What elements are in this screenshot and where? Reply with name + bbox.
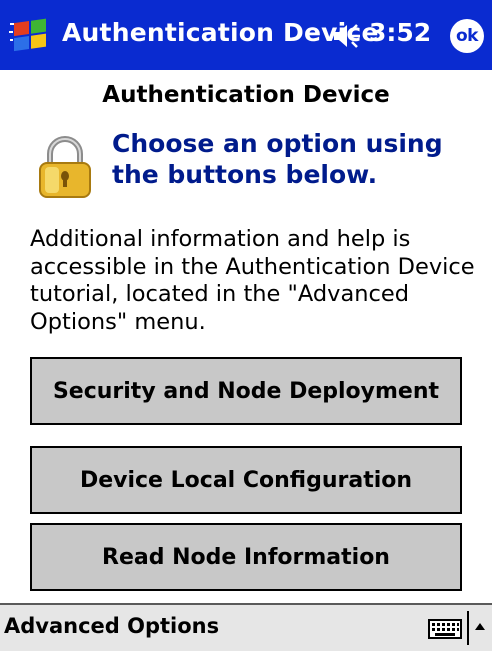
device-local-configuration-button[interactable]: Device Local Configuration	[30, 446, 462, 514]
title-bar: Authentication Device 3:52 ok	[0, 0, 492, 70]
sip-divider	[467, 611, 469, 645]
read-node-information-button[interactable]: Read Node Information	[30, 523, 462, 591]
keyboard-icon[interactable]	[428, 619, 462, 639]
instruction-text: Choose an option using the buttons below…	[112, 129, 443, 189]
advanced-options-menu[interactable]: Advanced Options	[4, 614, 219, 638]
padlock-icon	[39, 136, 91, 198]
up-arrow-icon[interactable]	[473, 620, 487, 632]
security-node-deployment-button[interactable]: Security and Node Deployment	[30, 357, 462, 425]
page-title: Authentication Device	[102, 82, 390, 108]
speaker-icon[interactable]	[330, 20, 366, 52]
windows-flag-icon[interactable]	[8, 14, 52, 58]
info-text: Additional information and help is acces…	[30, 226, 475, 335]
clock[interactable]: 3:52	[369, 18, 431, 47]
menu-bar: Advanced Options	[0, 603, 492, 651]
ok-button[interactable]: ok	[450, 19, 484, 53]
